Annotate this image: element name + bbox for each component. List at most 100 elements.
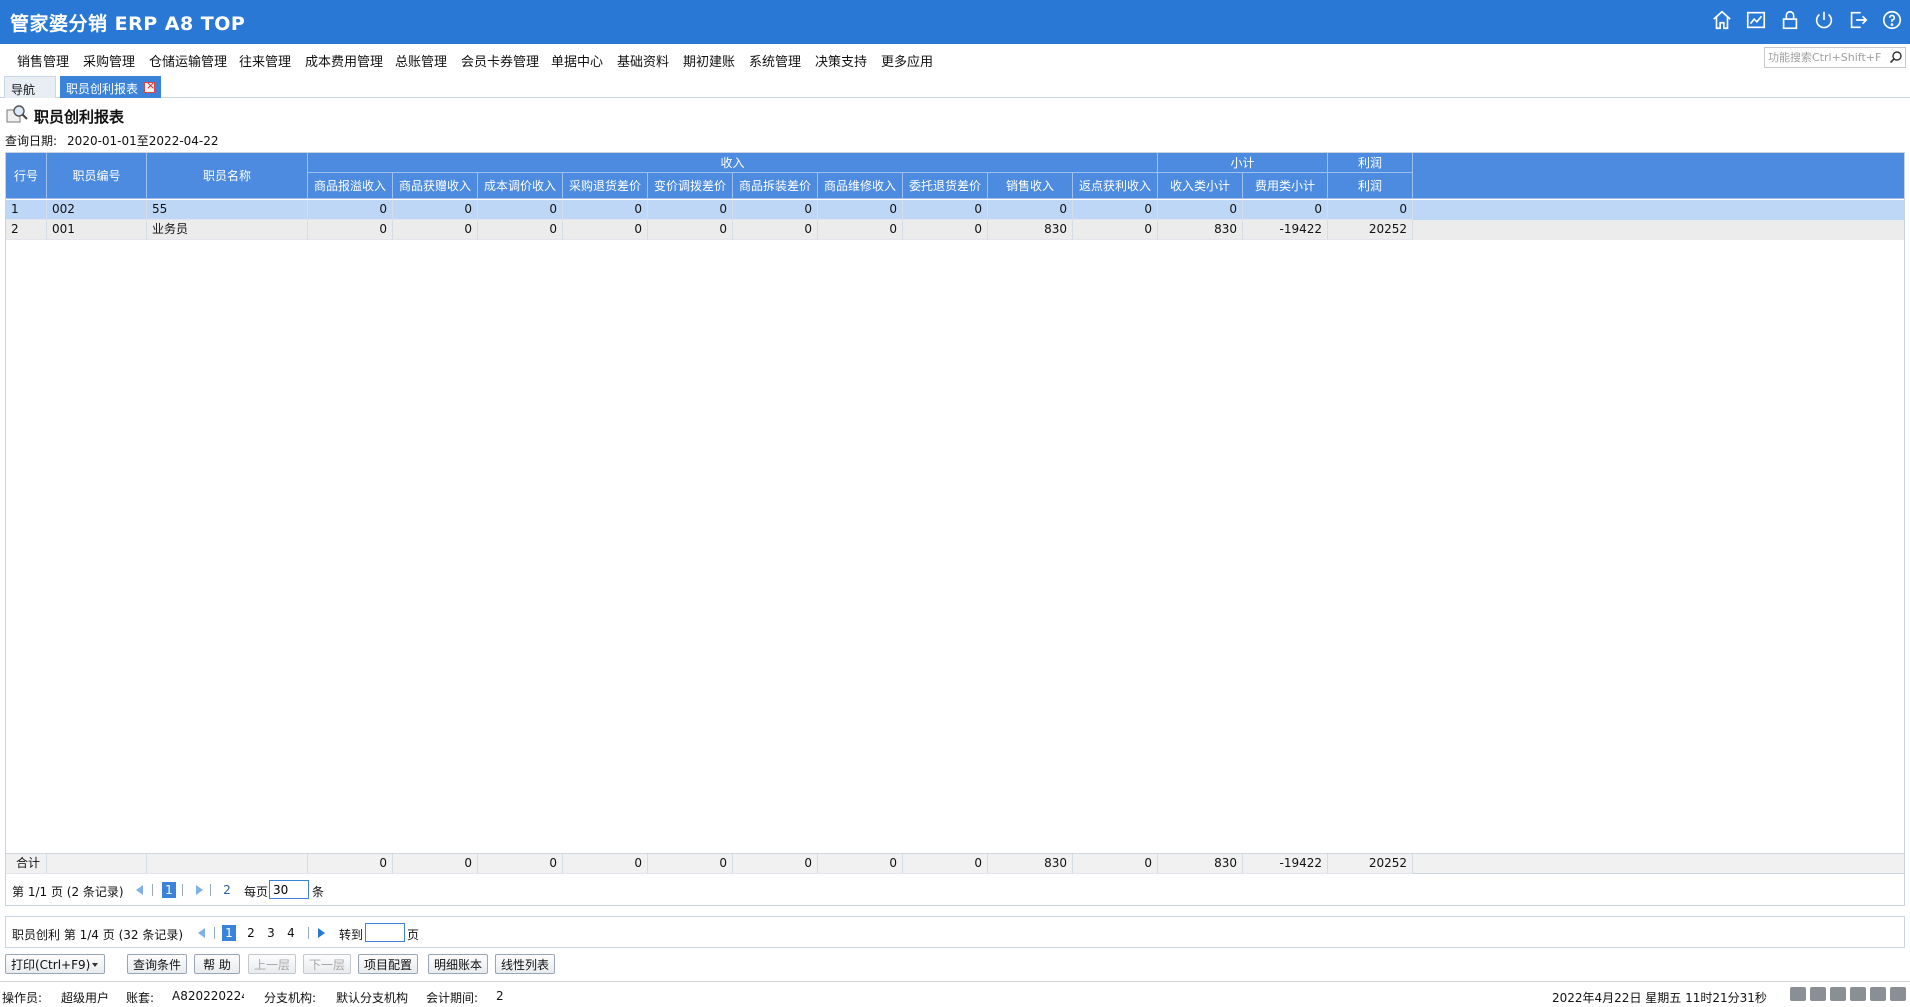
header-subtotal-income[interactable]: 收入类小计 <box>1158 173 1243 199</box>
cell-value: 0 <box>903 200 988 220</box>
menu-cost[interactable]: 成本费用管理 <box>305 51 383 70</box>
header-income-cost-adjust[interactable]: 成本调价收入 <box>478 173 563 199</box>
totals-value: 0 <box>648 854 733 874</box>
help-icon[interactable] <box>1880 8 1904 32</box>
linear-list-button[interactable]: 线性列表 <box>495 954 555 974</box>
cell-emp-code: 002 <box>47 200 147 220</box>
per-page-input[interactable] <box>269 880 309 899</box>
header-profit[interactable]: 利润 <box>1328 173 1413 199</box>
cell-value: 0 <box>648 220 733 240</box>
search-icon[interactable] <box>1889 50 1903 64</box>
table-row[interactable]: 2 001 业务员 0 0 0 0 0 0 0 0 830 0 830 -194… <box>6 220 1904 240</box>
document-icon[interactable] <box>1830 987 1846 1001</box>
totals-value: 0 <box>733 854 818 874</box>
next-page-icon[interactable] <box>318 928 325 938</box>
menu-basic-data[interactable]: 基础资料 <box>617 51 669 70</box>
title-bar: 管家婆分销 ERP A8 TOP <box>0 0 1910 44</box>
header-group-profit: 利润 <box>1328 153 1413 173</box>
status-bar: 操作员: 超级用户 账套: A820220224N 分支机构: 默认分支机构 会… <box>0 981 1910 1007</box>
prev-page-icon[interactable] <box>198 928 205 938</box>
detail-ledger-button[interactable]: 明细账本 <box>428 954 488 974</box>
header-income-overflow[interactable]: 商品报溢收入 <box>308 173 393 199</box>
page-3[interactable]: 3 <box>264 925 278 941</box>
header-emp-name[interactable]: 职员名称 <box>147 153 308 199</box>
header-income-transfer-diff[interactable]: 变价调拨差价 <box>648 173 733 199</box>
header-income-assembly-diff[interactable]: 商品拆装差价 <box>733 173 818 199</box>
close-icon[interactable] <box>144 79 155 93</box>
page-2[interactable]: 2 <box>244 925 258 941</box>
totals-value: 0 <box>478 854 563 874</box>
tab-employee-profit-report[interactable]: 职员创利报表 <box>60 76 161 98</box>
down-level-button[interactable]: 下一层 <box>303 954 351 974</box>
per-page-label: 每页 <box>244 885 269 899</box>
cell-value: 0 <box>733 220 818 240</box>
query-conditions-button[interactable]: 查询条件 <box>127 954 187 974</box>
up-level-button[interactable]: 上一层 <box>248 954 296 974</box>
logout-icon[interactable] <box>1846 8 1870 32</box>
arrow-up-icon[interactable] <box>1890 987 1906 1001</box>
header-income-repair[interactable]: 商品维修收入 <box>818 173 903 199</box>
branch-value: 默认分支机构 <box>336 991 409 1005</box>
header-subtotal-expense[interactable]: 费用类小计 <box>1243 173 1328 199</box>
header-income-consign-return[interactable]: 委托退货差价 <box>903 173 988 199</box>
cell-value: 0 <box>478 220 563 240</box>
message-icon[interactable] <box>1790 987 1806 1001</box>
lock-icon[interactable] <box>1778 8 1802 32</box>
account-label: 账套: <box>126 991 155 1005</box>
search-input[interactable] <box>1765 48 1885 67</box>
help-button[interactable]: 帮 助 <box>194 954 240 974</box>
menu-system[interactable]: 系统管理 <box>749 51 801 70</box>
prev-page-icon[interactable] <box>136 885 143 895</box>
menu-sales[interactable]: 销售管理 <box>17 51 69 70</box>
table-row[interactable]: 1 002 55 0 0 0 0 0 0 0 0 0 0 0 0 0 <box>6 200 1904 220</box>
page-4[interactable]: 4 <box>284 925 298 941</box>
page-2[interactable]: 2 <box>220 882 234 898</box>
next-page-icon[interactable] <box>196 885 203 895</box>
operator-value: 超级用户 <box>61 991 110 1005</box>
cell-value: -19422 <box>1243 220 1328 240</box>
page-title: 职员创利报表 <box>34 108 125 126</box>
menu-accounts[interactable]: 往来管理 <box>239 51 291 70</box>
totals-empty <box>147 854 308 874</box>
period-value: 2 <box>496 989 504 1003</box>
chevron-down-icon[interactable] <box>92 963 98 967</box>
menu-warehouse[interactable]: 仓储运输管理 <box>149 51 227 70</box>
menu-ledger[interactable]: 总账管理 <box>395 51 447 70</box>
app-title: 管家婆分销 ERP A8 TOP <box>10 13 246 35</box>
header-income-gift[interactable]: 商品获赠收入 <box>393 173 478 199</box>
cell-row-no: 1 <box>6 200 47 220</box>
chart-icon[interactable] <box>1744 8 1768 32</box>
print-button-label: 打印(Ctrl+F9) <box>11 957 91 972</box>
home-icon[interactable] <box>1710 8 1734 32</box>
account-value: A820220224N <box>172 989 244 1003</box>
header-income-sales[interactable]: 销售收入 <box>988 173 1073 199</box>
header-income-rebate[interactable]: 返点获利收入 <box>1073 173 1158 199</box>
menu-opening[interactable]: 期初建账 <box>683 51 735 70</box>
apps-icon[interactable] <box>1870 987 1886 1001</box>
menu-more[interactable]: 更多应用 <box>881 51 933 70</box>
menu-purchase[interactable]: 采购管理 <box>83 51 135 70</box>
action-toolbar: 打印(Ctrl+F9) 查询条件 帮 助 上一层 下一层 项目配置 明细账本 线… <box>0 952 1910 976</box>
totals-value: 0 <box>393 854 478 874</box>
header-emp-code[interactable]: 职员编号 <box>47 153 147 199</box>
notes-icon[interactable] <box>1810 987 1826 1001</box>
cell-emp-name: 55 <box>147 200 308 220</box>
magnifier-report-icon <box>6 105 28 123</box>
print-button[interactable]: 打印(Ctrl+F9) <box>5 954 105 974</box>
tab-report-label: 职员创利报表 <box>66 82 139 96</box>
menu-decision[interactable]: 决策支持 <box>815 51 867 70</box>
period-label: 会计期间: <box>426 991 479 1005</box>
menu-member[interactable]: 会员卡券管理 <box>461 51 539 70</box>
header-row-no[interactable]: 行号 <box>6 153 47 199</box>
pager-info: 第 1/1 页 (2 条记录) <box>12 885 124 899</box>
item-config-button[interactable]: 项目配置 <box>358 954 418 974</box>
power-icon[interactable] <box>1812 8 1836 32</box>
tab-navigation[interactable]: 导航 <box>4 76 56 98</box>
page-1[interactable]: 1 <box>162 882 176 898</box>
goto-page-input[interactable] <box>365 923 405 942</box>
page-1[interactable]: 1 <box>222 925 236 941</box>
header-income-purchase-return[interactable]: 采购退货差价 <box>563 173 648 199</box>
menu-documents[interactable]: 单据中心 <box>551 51 603 70</box>
grid-view-icon[interactable] <box>1850 987 1866 1001</box>
pager-separator <box>182 884 183 896</box>
